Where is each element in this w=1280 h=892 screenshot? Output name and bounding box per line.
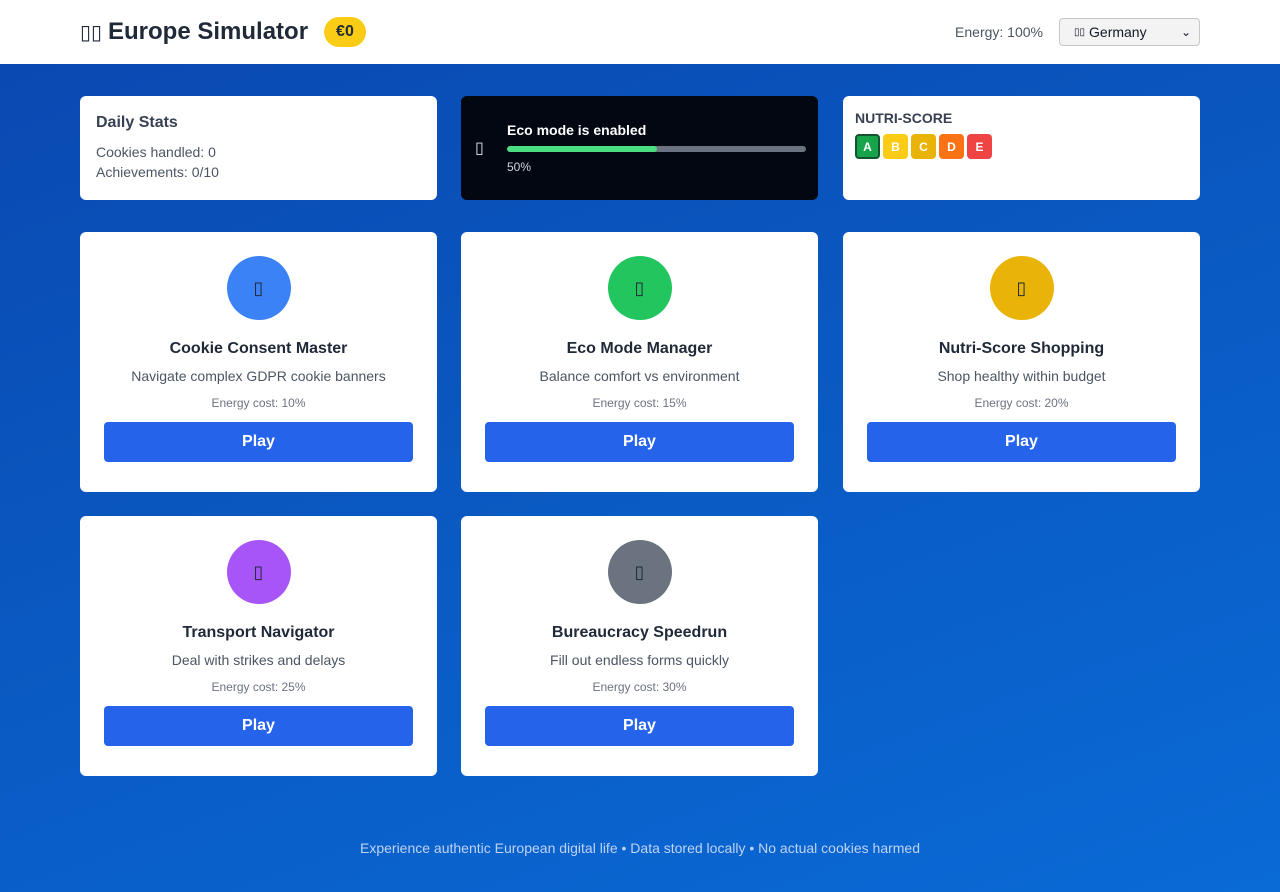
- country-flag-icon: ▯▯: [1074, 26, 1086, 38]
- game-card-bureaucracy: ▯ Bureaucracy Speedrun Fill out endless …: [461, 516, 818, 776]
- achievements-count: Achievements: 0/10: [96, 164, 219, 180]
- play-button[interactable]: Play: [485, 706, 794, 746]
- game-energy-cost: Energy cost: 15%: [592, 396, 687, 410]
- nutri-score-title: NUTRI-SCORE: [855, 110, 953, 126]
- train-icon: ▯: [226, 540, 291, 604]
- nutri-score-grades: A B C D E: [855, 134, 1188, 159]
- game-card-eco-mode: ▯ Eco Mode Manager Balance comfort vs en…: [461, 232, 818, 492]
- nutri-score-panel: NUTRI-SCORE A B C D E: [843, 96, 1200, 200]
- country-select-value: Germany: [1089, 24, 1147, 40]
- nutri-grade-a: A: [855, 134, 880, 159]
- game-title: Transport Navigator: [182, 624, 335, 641]
- app-title: Europe Simulator: [108, 18, 309, 45]
- play-button[interactable]: Play: [104, 422, 413, 462]
- eco-progress-percent: 50%: [507, 160, 532, 174]
- footer-text: Experience authentic European digital li…: [360, 840, 920, 856]
- game-title: Nutri-Score Shopping: [938, 340, 1105, 357]
- game-energy-cost: Energy cost: 30%: [592, 680, 687, 694]
- cart-icon: ▯: [989, 256, 1054, 320]
- daily-stats-title: Daily Stats: [96, 114, 178, 131]
- nutri-grade-d: D: [939, 134, 964, 159]
- game-description: Fill out endless forms quickly: [550, 652, 729, 668]
- cookies-handled: Cookies handled: 0: [96, 144, 216, 160]
- game-title: Bureaucracy Speedrun: [551, 624, 728, 641]
- game-card-nutri-score: ▯ Nutri-Score Shopping Shop healthy with…: [843, 232, 1200, 492]
- eco-progress-fill: [507, 146, 657, 152]
- cookie-icon: ▯: [226, 256, 291, 320]
- leaf-icon: ▯: [475, 140, 484, 157]
- eco-mode-panel: ▯ Eco mode is enabled 50%: [461, 96, 818, 200]
- eu-flag-icon: ▯▯: [80, 21, 103, 44]
- game-description: Balance comfort vs environment: [539, 368, 740, 384]
- game-description: Shop healthy within budget: [937, 368, 1106, 384]
- game-card-cookie-consent: ▯ Cookie Consent Master Navigate complex…: [80, 232, 437, 492]
- leaf-icon: ▯: [607, 256, 672, 320]
- game-description: Navigate complex GDPR cookie banners: [131, 368, 386, 384]
- game-card-transport: ▯ Transport Navigator Deal with strikes …: [80, 516, 437, 776]
- game-description: Deal with strikes and delays: [171, 652, 346, 668]
- eco-mode-label: Eco mode is enabled: [507, 122, 647, 138]
- daily-stats-panel: Daily Stats Cookies handled: 0 Achieveme…: [80, 96, 437, 200]
- nutri-grade-e: E: [967, 134, 992, 159]
- top-bar: ▯▯ Europe Simulator €0 Energy: 100% ▯▯ G…: [0, 0, 1280, 64]
- country-select[interactable]: ▯▯ Germany ⌄: [1059, 18, 1200, 46]
- eco-progress-track: [507, 146, 806, 152]
- brand: ▯▯ Europe Simulator €0: [80, 17, 366, 47]
- document-icon: ▯: [607, 540, 672, 604]
- nutri-grade-c: C: [911, 134, 936, 159]
- game-energy-cost: Energy cost: 25%: [211, 680, 306, 694]
- play-button[interactable]: Play: [867, 422, 1176, 462]
- game-title: Cookie Consent Master: [169, 340, 348, 357]
- nutri-grade-b: B: [883, 134, 908, 159]
- game-energy-cost: Energy cost: 20%: [974, 396, 1069, 410]
- chevron-down-icon: ⌄: [1180, 25, 1191, 39]
- stats-row: Daily Stats Cookies handled: 0 Achieveme…: [80, 96, 1200, 200]
- top-right-controls: Energy: 100% ▯▯ Germany ⌄: [955, 18, 1200, 46]
- play-button[interactable]: Play: [485, 422, 794, 462]
- game-energy-cost: Energy cost: 10%: [211, 396, 306, 410]
- play-button[interactable]: Play: [104, 706, 413, 746]
- energy-readout: Energy: 100%: [955, 24, 1043, 40]
- money-badge: €0: [324, 17, 366, 47]
- game-title: Eco Mode Manager: [566, 340, 713, 357]
